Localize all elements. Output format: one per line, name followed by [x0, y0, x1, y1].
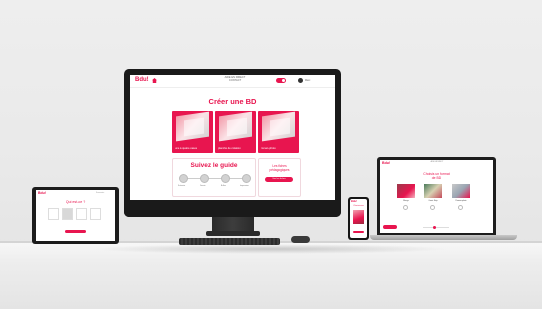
guide-step-1[interactable] [179, 174, 188, 183]
resources-title: Les fiches pédagogiques [259, 164, 300, 172]
guide-panel: Suivez le guide Scénario Dessin Bulles I… [172, 158, 256, 197]
avatar[interactable] [298, 78, 303, 83]
shelf-shadow [90, 244, 450, 254]
card-caption: une à quatre cases [175, 147, 198, 150]
brand-logo[interactable]: Bdu! [351, 200, 357, 203]
format-thumb-3[interactable] [452, 184, 470, 198]
guide-step-3[interactable] [221, 174, 230, 183]
top-bar: Bdu! AIDE EN DIRECT CONTACT Marc [130, 75, 335, 88]
monitor-chin [124, 205, 341, 217]
card-caption: roman-photo [261, 147, 276, 150]
character-card[interactable] [62, 208, 73, 220]
format-card-1[interactable]: une à quatre cases [172, 111, 213, 153]
progress-track [423, 227, 449, 228]
laptop-title-line2: de BD [431, 176, 442, 180]
user-name[interactable]: Marc [305, 79, 310, 82]
monitor-screen: Bdu! AIDE EN DIRECT CONTACT Marc Créer u… [130, 75, 335, 200]
character-card[interactable] [90, 208, 101, 220]
info-icon[interactable] [430, 205, 435, 210]
phone-title: Choisissez [353, 205, 364, 207]
tablet-menu-link[interactable]: Sommaire [96, 192, 104, 194]
resources-button[interactable]: Voir les fiches [265, 177, 293, 182]
guide-step-4[interactable] [242, 174, 251, 183]
info-icon[interactable] [458, 205, 463, 210]
format-thumb-2[interactable] [424, 184, 442, 198]
character-card[interactable] [76, 208, 87, 220]
resources-title-line2: pédagogiques [269, 168, 290, 172]
format-label: Comic Strip [428, 200, 438, 202]
mode-toggle[interactable] [276, 78, 286, 83]
help-link[interactable]: AIDE EN DIRECT [424, 162, 450, 163]
format-label: Roman-photo [455, 200, 467, 202]
home-icon[interactable] [152, 78, 157, 83]
guide-step-label: Impression [240, 185, 249, 187]
brand-logo[interactable]: Bdu! [38, 191, 46, 195]
monitor-stand [206, 231, 260, 236]
page-title: Créer une BD [208, 97, 257, 106]
brand-logo[interactable]: Bdu! [382, 161, 390, 165]
character-card[interactable] [48, 208, 59, 220]
format-card-3[interactable]: roman-photo [258, 111, 299, 153]
phone-screen: Bdu! Choisissez [350, 199, 367, 238]
format-card-2[interactable]: planche de création [215, 111, 256, 153]
contact-link[interactable]: CONTACT [210, 79, 260, 82]
guide-step-line [183, 178, 245, 179]
card-illustration-overlay [184, 117, 204, 137]
tablet-title: Qui est-ce ? [65, 200, 86, 204]
guide-step-label: Dessin [200, 185, 206, 187]
tablet-screen: Bdu! Sommaire Qui est-ce ? [36, 190, 115, 241]
mouse [291, 236, 310, 243]
laptop-screen: Bdu! AIDE EN DIRECT Choisis un format de… [380, 160, 493, 233]
brand-logo[interactable]: Bdu! [135, 77, 149, 83]
laptop-base [370, 235, 517, 240]
guide-title: Suivez le guide [190, 162, 238, 169]
card-illustration-overlay [227, 117, 247, 137]
phone-action-button[interactable] [353, 231, 364, 233]
guide-step-label: Bulles [221, 185, 226, 187]
card-caption: planche de création [218, 147, 241, 150]
phone-cover-image[interactable] [353, 210, 364, 224]
keyboard [179, 238, 280, 245]
laptop-back-button[interactable] [383, 225, 397, 229]
progress-dot [433, 226, 436, 229]
card-illustration-overlay [270, 117, 290, 137]
laptop-title: Choisis un format de BD [380, 172, 493, 180]
resources-panel: Les fiches pédagogiques Voir les fiches [258, 158, 301, 197]
format-thumb-1[interactable] [397, 184, 415, 198]
info-icon[interactable] [403, 205, 408, 210]
top-bar-center: AIDE EN DIRECT CONTACT [210, 76, 260, 82]
format-label: Manga [403, 200, 409, 202]
guide-step-label: Scénario [178, 185, 186, 187]
tablet-continue-button[interactable] [65, 230, 86, 233]
guide-step-2[interactable] [200, 174, 209, 183]
